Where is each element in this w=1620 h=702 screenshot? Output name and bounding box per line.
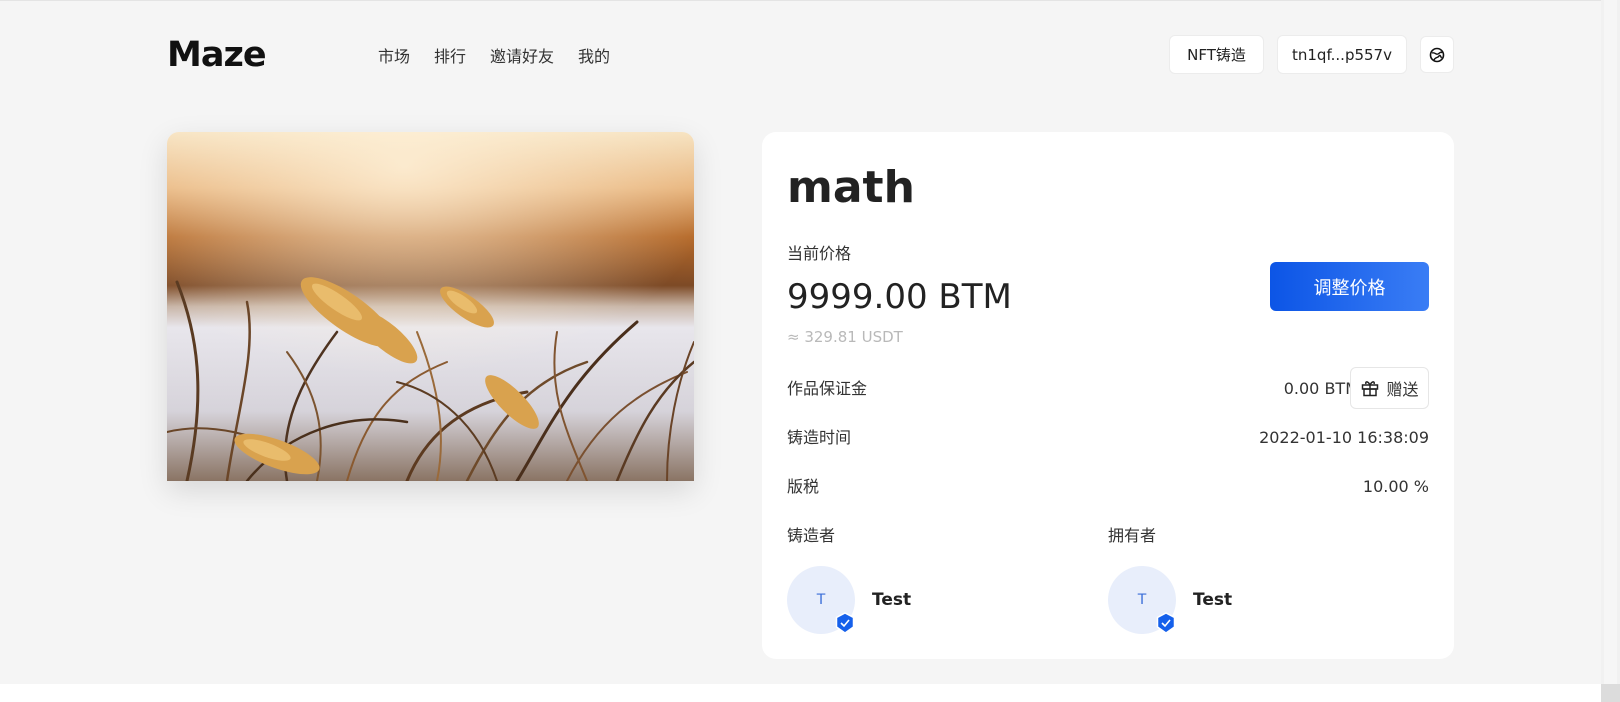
owner-label: 拥有者 <box>1108 526 1157 545</box>
nav-item-ranking[interactable]: 排行 <box>434 45 466 69</box>
price-value: 9999.00 BTM <box>787 277 1012 317</box>
language-button[interactable] <box>1420 36 1454 73</box>
main-nav: 市场 排行 邀请好友 我的 <box>378 45 610 69</box>
deposit-label: 作品保证金 <box>787 379 868 398</box>
gift-button[interactable]: 赠送 <box>1350 367 1429 409</box>
nft-title: math <box>787 162 915 213</box>
deposit-value: 0.00 BTM <box>1283 379 1359 398</box>
verified-badge-icon <box>835 612 855 634</box>
page: Maze 市场 排行 邀请好友 我的 NFT铸造 tn1qf...p557v m… <box>0 0 1601 684</box>
scrollbar-thumb[interactable] <box>1604 0 1617 684</box>
royalty-value: 10.00 % <box>1362 477 1429 496</box>
avatar[interactable]: T <box>787 566 855 634</box>
creator-profile[interactable]: T Test <box>787 566 911 634</box>
nft-detail-panel: math 当前价格 9999.00 BTM ≈ 329.81 USDT 调整价格… <box>762 132 1454 659</box>
maze-logo[interactable]: Maze <box>167 37 267 73</box>
creator-name[interactable]: Test <box>872 590 911 610</box>
gift-icon <box>1362 381 1379 397</box>
mint-time-value: 2022-01-10 16:38:09 <box>1259 428 1429 447</box>
verified-badge-icon <box>1156 612 1176 634</box>
scrollbar-corner <box>1601 684 1620 702</box>
avatar[interactable]: T <box>1108 566 1176 634</box>
horizontal-scroll-area <box>0 684 1601 702</box>
avatar-initial: T <box>816 592 826 608</box>
nft-mint-button[interactable]: NFT铸造 <box>1169 35 1264 74</box>
globe-icon <box>1429 47 1445 62</box>
owner-profile[interactable]: T Test <box>1108 566 1232 634</box>
owner-name[interactable]: Test <box>1193 590 1232 610</box>
wallet-address-button[interactable]: tn1qf...p557v <box>1277 35 1407 74</box>
nav-item-mine[interactable]: 我的 <box>578 45 610 69</box>
nav-item-invite[interactable]: 邀请好友 <box>490 45 554 69</box>
gift-button-label: 赠送 <box>1386 380 1419 399</box>
nav-item-market[interactable]: 市场 <box>378 45 410 69</box>
adjust-price-button[interactable]: 调整价格 <box>1270 262 1429 311</box>
royalty-label: 版税 <box>787 477 820 496</box>
avatar-initial: T <box>1137 592 1147 608</box>
price-label: 当前价格 <box>787 244 852 263</box>
creator-label: 铸造者 <box>787 526 836 545</box>
vertical-scrollbar[interactable] <box>1601 0 1620 702</box>
nft-artwork-image <box>167 132 694 481</box>
price-usdt-value: ≈ 329.81 USDT <box>787 328 903 346</box>
mint-time-label: 铸造时间 <box>787 428 852 447</box>
